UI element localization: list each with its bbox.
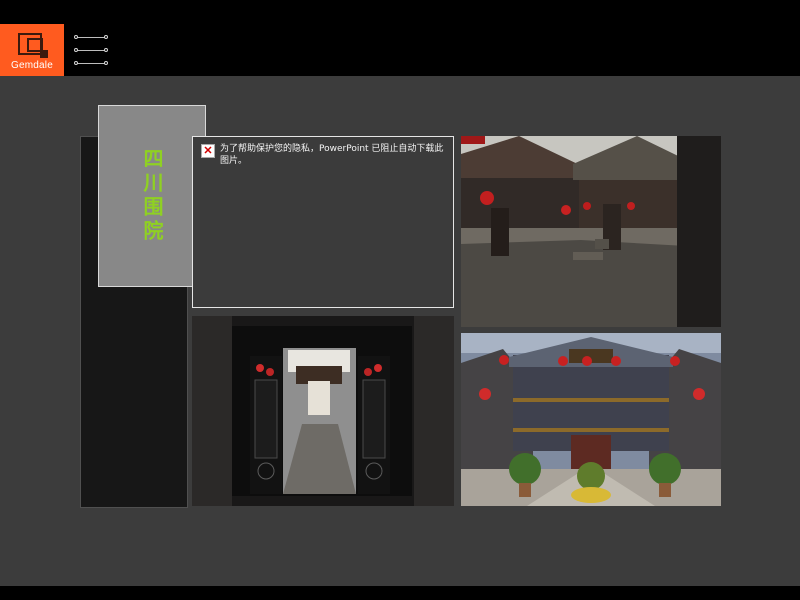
slide-title: 四川围院 bbox=[140, 148, 164, 244]
courtyard-gate-photo bbox=[192, 316, 454, 506]
header-bar bbox=[0, 24, 800, 76]
title-card: 四川围院 bbox=[98, 105, 206, 287]
menu-icon[interactable] bbox=[74, 32, 108, 70]
gemdale-logo: Gemdale bbox=[0, 24, 64, 76]
menu-dot bbox=[104, 48, 108, 52]
menu-dot bbox=[104, 35, 108, 39]
slide: Gemdale 四川围院 ✕ 为了帮助保护您的隐私，PowerPoint 已阻止… bbox=[0, 0, 800, 600]
menu-line bbox=[74, 35, 108, 41]
menu-dot bbox=[74, 35, 78, 39]
menu-line-stroke bbox=[76, 63, 106, 64]
menu-line-stroke bbox=[76, 37, 106, 38]
menu-line bbox=[74, 48, 108, 54]
logo-mark-icon bbox=[18, 33, 48, 58]
blocked-image-text: 为了帮助保护您的隐私，PowerPoint 已阻止自动下载此图片。 bbox=[220, 144, 444, 166]
menu-line-stroke bbox=[76, 50, 106, 51]
courtyard-photo-top-right bbox=[461, 136, 721, 327]
menu-dot bbox=[74, 48, 78, 52]
menu-line bbox=[74, 61, 108, 67]
menu-dot bbox=[104, 61, 108, 65]
menu-dot bbox=[74, 61, 78, 65]
logo-text: Gemdale bbox=[11, 60, 53, 71]
courtyard-gate-photo-art bbox=[192, 316, 454, 506]
top-black-band bbox=[0, 0, 800, 24]
bottom-black-band bbox=[0, 586, 800, 600]
blocked-image-placeholder[interactable]: ✕ 为了帮助保护您的隐私，PowerPoint 已阻止自动下载此图片。 bbox=[192, 136, 454, 308]
courtyard-photo-bottom-right-art bbox=[461, 333, 721, 506]
courtyard-photo-bottom-right bbox=[461, 333, 721, 506]
broken-image-icon: ✕ bbox=[201, 144, 215, 158]
courtyard-photo-art bbox=[461, 136, 721, 327]
